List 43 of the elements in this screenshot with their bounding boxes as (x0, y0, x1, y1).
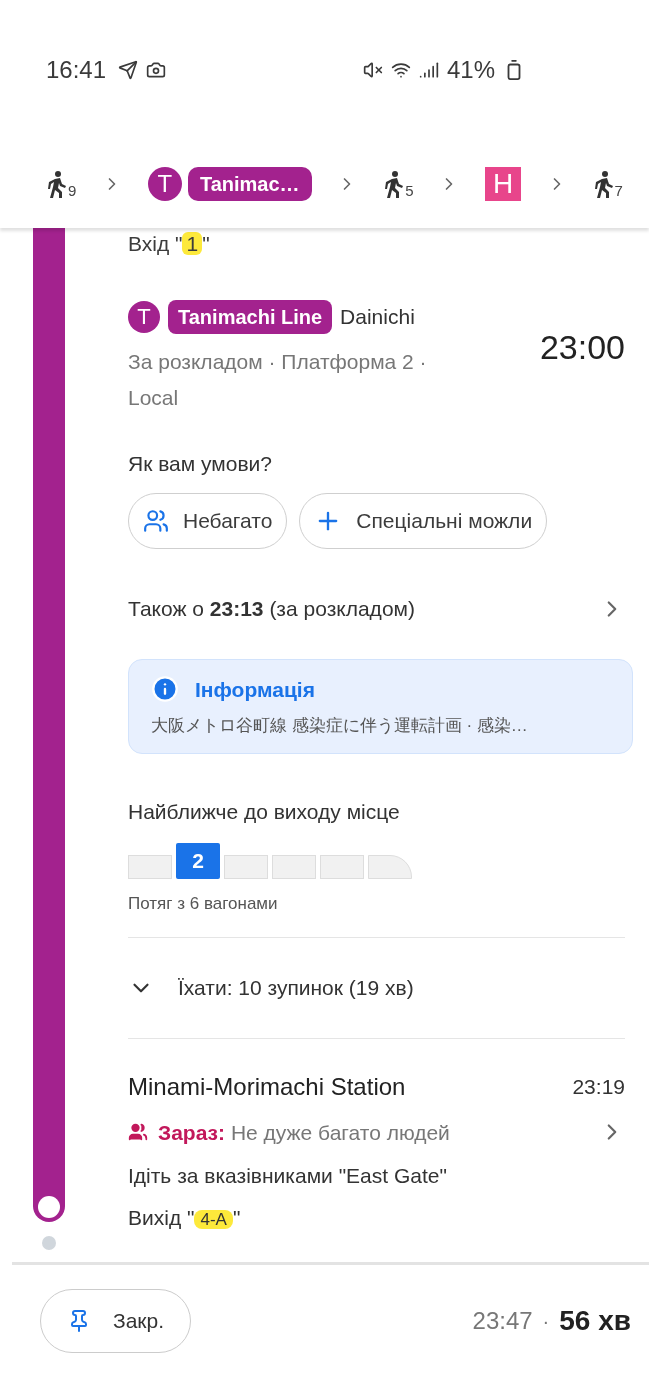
trip-duration: 56 хв (559, 1303, 631, 1338)
walking-person-icon (46, 170, 68, 198)
walk-minutes: 5 (405, 183, 414, 198)
departure-details: За розкладом · Платформа 2 · Local (128, 348, 428, 411)
train-caption: Потяг з 6 вагонами (128, 893, 279, 915)
wifi-icon (390, 60, 411, 80)
exit-text: Вихід " 4-A " (128, 1204, 242, 1231)
train-car: 2 (176, 843, 220, 879)
feedback-chip[interactable]: Спеціальні можли (299, 493, 548, 549)
status-time: 16:41 (46, 55, 107, 85)
directions-text: Ідіть за вказівниками "East Gate" (128, 1163, 448, 1189)
signal-icon (418, 60, 439, 80)
walking-person-icon (592, 170, 615, 198)
direction: Dainichi (340, 303, 415, 330)
line-badge: Tanimac… (187, 167, 312, 201)
walk-minutes: 9 (68, 183, 77, 198)
station-name: Minami-Morimachi Station (128, 1071, 406, 1102)
mute-icon (362, 60, 383, 80)
battery-percent: 41% (446, 55, 495, 85)
info-icon (151, 675, 179, 704)
entrance-text: Вхід " 1 " (128, 231, 211, 257)
people-icon (128, 1122, 148, 1143)
info-title: Інформація (195, 676, 315, 703)
departure-time: 23:00 (539, 326, 625, 368)
arrival-time: 23:19 (572, 1073, 625, 1100)
arrival-time: 23:47 (472, 1305, 533, 1336)
crowd-status: Зараз: Не дуже багато людей (158, 1119, 450, 1146)
section-title: Найближче до виходу місце (128, 798, 401, 825)
feedback-question: Як вам умови? (128, 450, 273, 477)
feedback-chip[interactable]: Небагато (128, 493, 288, 549)
camera-icon (146, 60, 167, 80)
metro-icon: T (147, 167, 182, 201)
walking-person-icon (383, 170, 406, 198)
separator: · (542, 1308, 550, 1334)
metro-icon: T (128, 300, 160, 333)
people-icon (143, 508, 169, 534)
info-card[interactable]: Інформація 大阪メトロ谷町線 感染症に伴う運転計画 · 感染… (128, 658, 633, 754)
ride-stops-toggle[interactable]: Їхати: 10 зупинок (19 хв) (128, 937, 625, 1038)
also-departure-row[interactable]: Також о 23:13 (за розкладом) (128, 593, 625, 625)
line-badge: Tanimachi Line (168, 299, 333, 334)
walk-minutes: 7 (614, 183, 623, 198)
paper-plane-icon (118, 60, 139, 80)
info-text: 大阪メトロ谷町線 感染症に伴う運転計画 · 感染… (151, 715, 529, 737)
